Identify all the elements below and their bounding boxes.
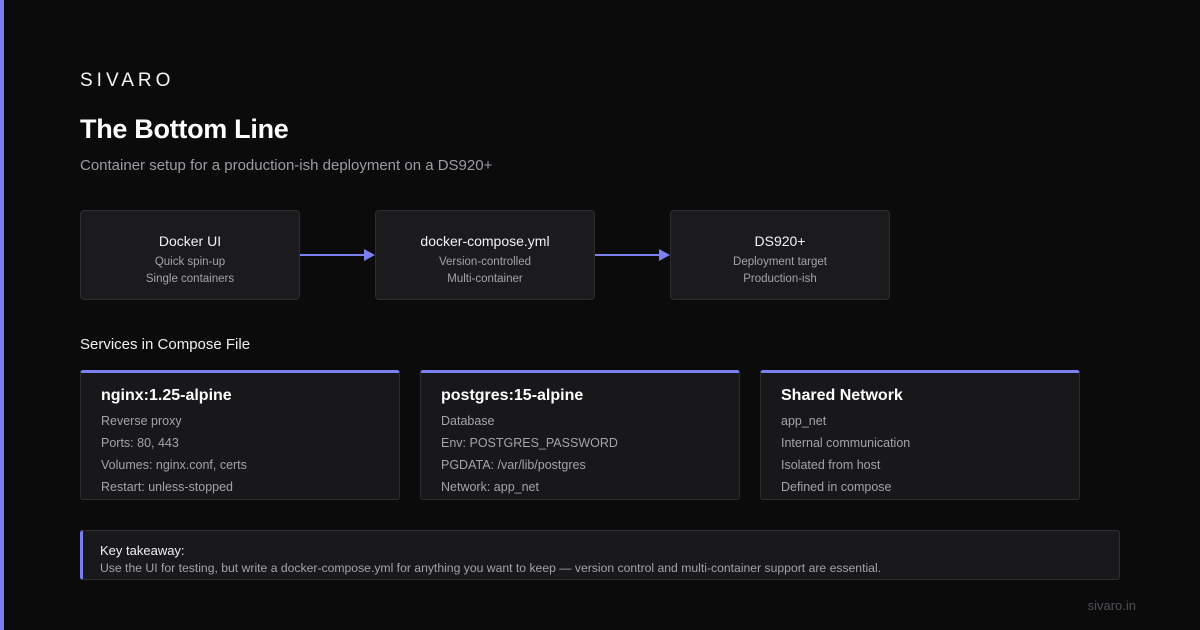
flow-node-ds920: DS920+ Deployment target Production-ish	[670, 210, 890, 300]
page-title: The Bottom Line	[80, 114, 289, 144]
flow-node-detail: Quick spin-up	[154, 256, 226, 268]
service-card-detail: PGDATA: /var/lib/postgres	[441, 458, 586, 472]
service-card-detail: Database	[441, 414, 495, 428]
service-card-title: nginx:1.25-alpine	[101, 387, 232, 404]
left-accent-bar	[0, 0, 4, 630]
service-card-detail: Ports: 80, 443	[101, 436, 179, 450]
brand-logo-text: SIVARO	[80, 70, 175, 91]
service-card-postgres: postgres:15-alpine Database Env: POSTGRE…	[420, 370, 740, 500]
flow-node-docker-compose: docker-compose.yml Version-controlled Mu…	[375, 210, 595, 300]
service-card-detail: app_net	[781, 414, 827, 428]
flow-node-detail: Version-controlled	[438, 256, 532, 268]
service-card-detail: Env: POSTGRES_PASSWORD	[441, 436, 618, 450]
flow-node-docker-ui: Docker UI Quick spin-up Single container…	[80, 210, 300, 300]
service-card-detail: Isolated from host	[781, 458, 881, 472]
service-card-detail: Internal communication	[781, 436, 911, 450]
flow-arrow-right-icon	[300, 249, 375, 261]
key-takeaway-callout: Key takeaway: Use the UI for testing, bu…	[80, 530, 1120, 580]
takeaway-text: Use the UI for testing, but write a dock…	[100, 561, 882, 575]
flow-node-detail: Single containers	[145, 273, 235, 285]
service-card-detail: Volumes: nginx.conf, certs	[101, 458, 247, 472]
flow-node-detail: Production-ish	[743, 273, 817, 285]
service-card-nginx: nginx:1.25-alpine Reverse proxy Ports: 8…	[80, 370, 400, 500]
footer-site-link[interactable]: sivaro.in	[1088, 598, 1136, 613]
flow-node-title: Docker UI	[158, 233, 222, 249]
service-card-detail: Restart: unless-stopped	[101, 480, 234, 494]
service-card-detail: Reverse proxy	[101, 414, 182, 428]
flow-node-title: DS920+	[754, 233, 806, 249]
flow-node-detail: Multi-container	[447, 273, 523, 285]
flow-node-detail: Deployment target	[733, 256, 827, 268]
service-card-title: postgres:15-alpine	[441, 387, 584, 404]
flow-node-title: docker-compose.yml	[420, 233, 550, 249]
service-card-shared-network: Shared Network app_net Internal communic…	[760, 370, 1080, 500]
takeaway-label: Key takeaway:	[100, 543, 185, 558]
service-card-detail: Defined in compose	[781, 480, 892, 494]
services-heading: Services in Compose File	[80, 336, 251, 353]
service-card-title: Shared Network	[781, 387, 903, 404]
flow-arrow-right-icon	[595, 249, 670, 261]
page-subtitle: Container setup for a production-ish dep…	[80, 157, 493, 174]
service-card-detail: Network: app_net	[441, 480, 539, 494]
